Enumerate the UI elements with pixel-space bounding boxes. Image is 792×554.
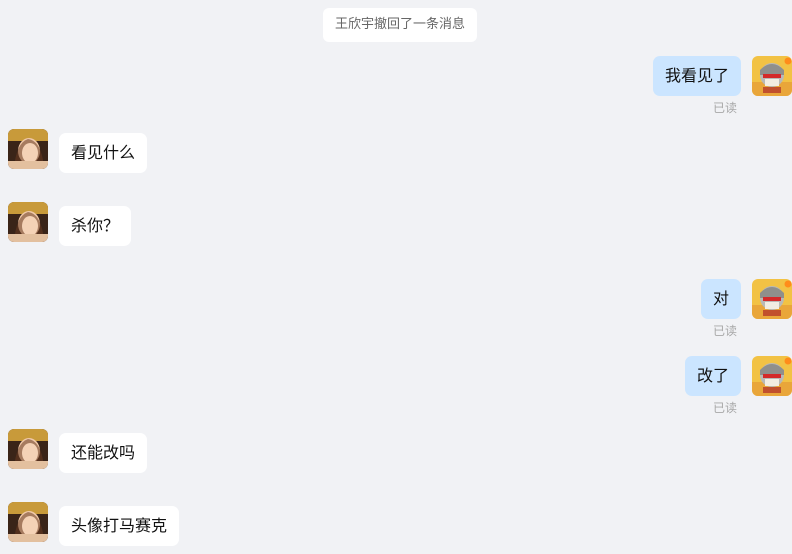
message-bubble-received[interactable]: 头像打马赛克	[59, 506, 179, 546]
message-bubble-sent[interactable]: 我看见了	[653, 56, 741, 96]
message-bubble-received[interactable]: 看见什么	[59, 133, 147, 173]
contact-avatar[interactable]	[8, 502, 48, 542]
self-avatar[interactable]	[752, 56, 792, 96]
message-bubble-sent[interactable]: 对	[701, 279, 741, 319]
read-status: 已读	[713, 324, 738, 338]
self-avatar[interactable]	[752, 279, 792, 319]
contact-avatar[interactable]	[8, 202, 48, 242]
read-status: 已读	[713, 401, 738, 415]
recall-notice: 王欣宇撤回了一条消息	[323, 8, 477, 42]
message-bubble-received[interactable]: 还能改吗	[59, 433, 147, 473]
read-status: 已读	[713, 101, 738, 115]
message-bubble-sent[interactable]: 改了	[685, 356, 741, 396]
self-avatar[interactable]	[752, 356, 792, 396]
contact-avatar[interactable]	[8, 129, 48, 169]
message-bubble-received[interactable]: 杀你？	[59, 206, 131, 246]
contact-avatar[interactable]	[8, 429, 48, 469]
